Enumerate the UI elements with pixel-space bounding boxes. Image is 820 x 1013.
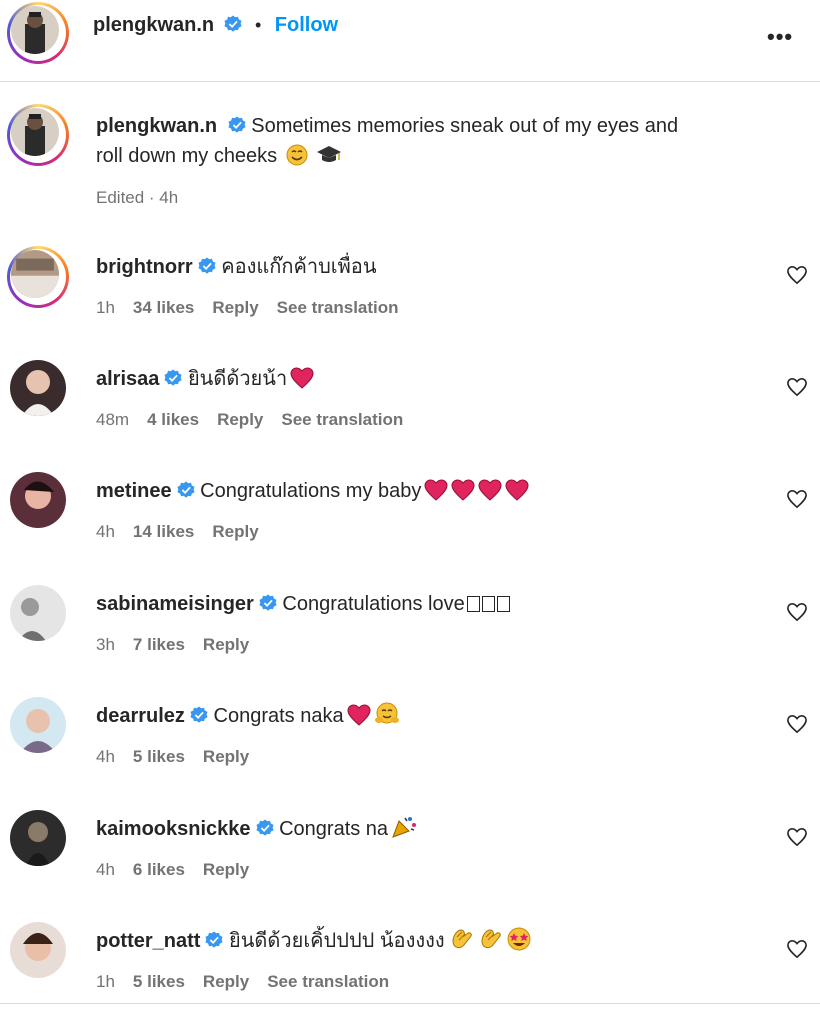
divider [0, 1003, 820, 1004]
comment-time: 1h [96, 972, 115, 991]
like-heart-icon[interactable] [786, 714, 808, 734]
like-heart-icon[interactable] [786, 602, 808, 622]
comment-username[interactable]: brightnorr [96, 256, 193, 278]
more-options-icon[interactable]: ••• [767, 24, 793, 50]
comment-time: 4h [96, 747, 115, 766]
comment-avatar[interactable] [10, 697, 66, 753]
red-heart-icon [478, 479, 502, 501]
comment-likes[interactable]: 7 likes [133, 635, 185, 654]
hugging-face-icon [374, 702, 399, 724]
comment-avatar[interactable] [7, 246, 69, 308]
comment-likes[interactable]: 5 likes [133, 972, 185, 991]
comment-meta: 1h 34 likes Reply See translation [96, 298, 417, 318]
verified-badge-icon [190, 706, 208, 723]
comment-avatar[interactable] [10, 810, 66, 866]
caption-text-line2: roll down my cheeks [96, 145, 278, 167]
see-translation-button[interactable]: See translation [281, 410, 403, 429]
see-translation-button[interactable]: See translation [277, 298, 399, 317]
comment-username[interactable]: metinee [96, 480, 172, 502]
comment-username[interactable]: potter_natt [96, 930, 200, 952]
comment-meta: 1h 5 likes Reply See translation [96, 972, 407, 992]
comment-likes[interactable]: 4 likes [147, 410, 199, 429]
comment-time: 3h [96, 635, 115, 654]
comment-likes[interactable]: 34 likes [133, 298, 194, 317]
missing-glyph-icon [481, 596, 495, 612]
star-struck-icon [507, 927, 531, 951]
red-heart-icon [424, 479, 448, 501]
comment-time: 48m [96, 410, 130, 429]
comment-avatar[interactable] [10, 585, 66, 641]
caption-username[interactable]: plengkwan.n [96, 115, 217, 137]
verified-badge-icon [205, 931, 224, 948]
like-heart-icon[interactable] [786, 939, 808, 959]
reply-button[interactable]: Reply [212, 522, 258, 541]
comment-text: ยินดีด้วยน้า [187, 368, 288, 390]
graduation-cap-icon [317, 146, 342, 162]
reply-button[interactable]: Reply [203, 635, 249, 654]
red-heart-icon [347, 704, 371, 726]
clapping-hands-icon [452, 929, 472, 949]
verified-badge-icon [198, 257, 216, 274]
comment-username[interactable]: sabinameisinger [96, 593, 254, 615]
comment-avatar[interactable] [10, 360, 66, 416]
comment-username[interactable]: dearrulez [96, 705, 185, 727]
comment-time: 4h [96, 860, 115, 879]
comment-avatar[interactable] [10, 922, 66, 978]
comment-meta: 48m 4 likes Reply See translation [96, 410, 421, 430]
missing-glyph-icon [466, 596, 480, 612]
comment-meta: 4h 5 likes Reply [96, 747, 267, 767]
reply-button[interactable]: Reply [217, 410, 263, 429]
comment-meta: 4h 14 likes Reply [96, 522, 277, 542]
like-heart-icon[interactable] [786, 827, 808, 847]
comment-username[interactable]: kaimooksnickke [96, 818, 251, 840]
comment-text: Congratulations my baby [200, 480, 422, 502]
verified-badge-icon [224, 15, 242, 32]
red-heart-icon [290, 367, 314, 389]
party-popper-icon [392, 817, 417, 838]
comment-likes[interactable]: 5 likes [133, 747, 185, 766]
comment-meta: 3h 7 likes Reply [96, 635, 267, 655]
comment-text: คองแก๊กค้าบเพื่อน [221, 256, 377, 278]
comment-text: Congrats naka [213, 705, 344, 727]
verified-badge-icon [259, 594, 277, 611]
comment-avatar[interactable] [10, 472, 66, 528]
reply-button[interactable]: Reply [203, 972, 249, 991]
header-username[interactable]: plengkwan.n [93, 14, 214, 36]
missing-glyph-icon [496, 596, 510, 612]
comment-time: 1h [96, 298, 115, 317]
post-header: plengkwan.n • Follow ••• [0, 0, 820, 82]
caption-meta: Edited · 4h [96, 188, 179, 207]
verified-badge-icon [228, 116, 246, 133]
see-translation-button[interactable]: See translation [267, 972, 389, 991]
comment-text: Congrats na [279, 818, 389, 840]
like-heart-icon[interactable] [786, 489, 808, 509]
comment-text: ยินดีด้วยเคิ้ปปปป น้องงงง [229, 930, 445, 952]
smiling-face-icon [286, 144, 308, 166]
comment-username[interactable]: alrisaa [96, 368, 159, 390]
comment-likes[interactable]: 6 likes [133, 860, 185, 879]
caption-avatar[interactable] [7, 104, 69, 166]
verified-badge-icon [177, 481, 195, 498]
follow-button[interactable]: Follow [275, 14, 338, 36]
like-heart-icon[interactable] [786, 377, 808, 397]
reply-button[interactable]: Reply [212, 298, 258, 317]
like-heart-icon[interactable] [786, 265, 808, 285]
verified-badge-icon [164, 369, 182, 386]
header-avatar[interactable] [7, 2, 69, 64]
caption-text: Sometimes memories sneak out of my eyes … [251, 115, 679, 137]
verified-badge-icon [255, 819, 274, 836]
comment-likes[interactable]: 14 likes [133, 522, 194, 541]
reply-button[interactable]: Reply [203, 747, 249, 766]
comment-time: 4h [96, 522, 115, 541]
comment-text: Congratulations love [282, 593, 465, 615]
reply-button[interactable]: Reply [203, 860, 249, 879]
red-heart-icon [451, 479, 475, 501]
clapping-hands-icon [481, 929, 501, 949]
red-heart-icon [505, 479, 529, 501]
header-separator: • [255, 15, 262, 35]
comment-meta: 4h 6 likes Reply [96, 860, 267, 880]
